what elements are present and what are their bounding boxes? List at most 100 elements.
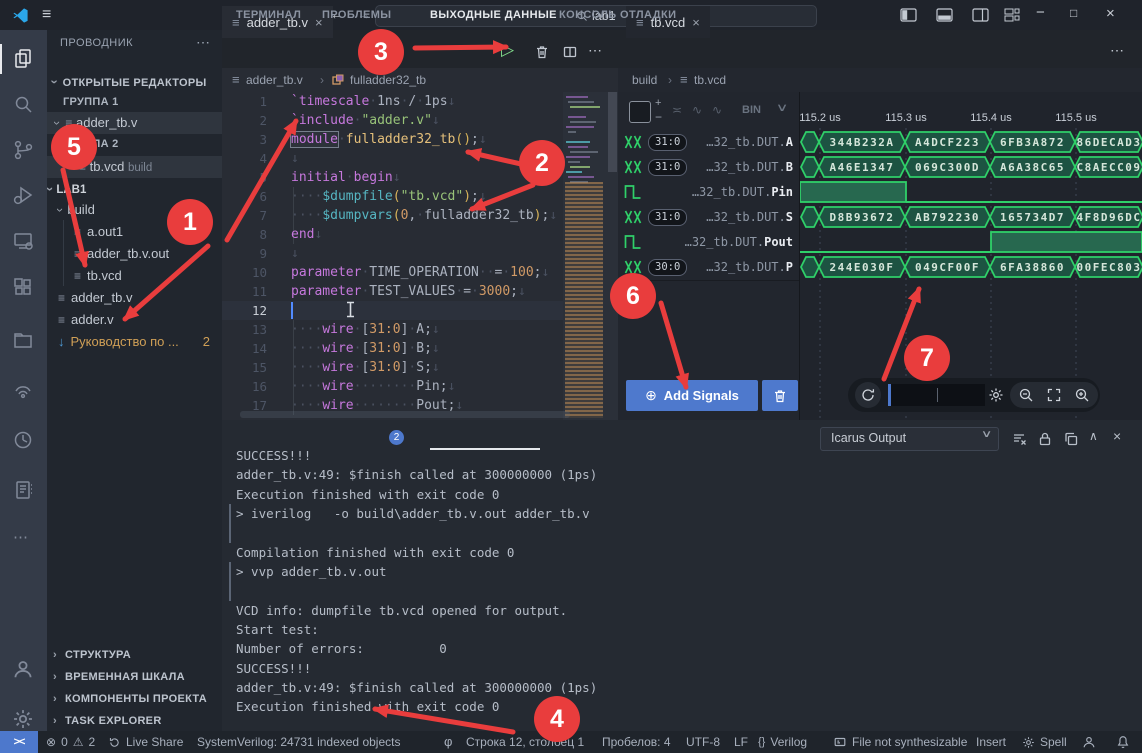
live-share-button[interactable]: Live Share [108, 731, 183, 753]
code-line-8[interactable]: end↓ [291, 225, 322, 244]
activity-run-debug-icon[interactable] [12, 184, 34, 206]
signal-row-Pout[interactable]: …32_tb.DUT.Pout [618, 230, 799, 256]
open-editors-header[interactable]: ›ОТКРЫТЫЕ РЕДАКТОРЫ [47, 72, 222, 92]
activity-more-icon[interactable]: ⋯ [13, 528, 28, 546]
wave-color-box[interactable] [629, 101, 651, 123]
eol-status[interactable]: LF [734, 731, 748, 753]
trash-icon[interactable] [534, 44, 550, 60]
activity-settings-icon[interactable] [12, 708, 34, 730]
panel-tab-problems[interactable]: ПРОБЛЕМЫ [322, 0, 391, 29]
remote-indicator[interactable]: >< [0, 731, 38, 753]
signal-row-S[interactable]: 31:0…32_tb.DUT.S [618, 205, 799, 231]
tree-item--...[interactable]: ↓Руководство по ...2 [47, 331, 222, 353]
wave-settings-gear-icon[interactable] [988, 387, 1004, 403]
tree-item-tb.vcd[interactable]: ≡tb.vcd [47, 265, 222, 287]
panel-tab-terminal[interactable]: ТЕРМИНАЛ [236, 0, 301, 29]
activity-search-icon[interactable] [12, 94, 34, 116]
close-window-icon[interactable]: × [1106, 5, 1115, 22]
radix-chevron-icon[interactable]: ∨ [776, 101, 789, 114]
activity-source-control-icon[interactable] [12, 139, 34, 161]
run-verilog-icon[interactable]: ▷ [501, 40, 514, 60]
add-signals-button[interactable]: ⊕ Add Signals [626, 380, 758, 411]
tree-item-adder.v[interactable]: ≡adder.v [47, 309, 222, 331]
minimap[interactable] [563, 92, 618, 420]
menu-icon[interactable]: ≡ [42, 6, 51, 24]
maximize-panel-icon[interactable]: ∧ [1089, 429, 1098, 443]
problems-status[interactable]: ⊗0 ⚠2 [46, 731, 95, 753]
signal-row-Pin[interactable]: …32_tb.DUT.Pin [618, 180, 799, 206]
editor-scrollbar[interactable] [608, 92, 617, 172]
split-editor-icon[interactable] [562, 44, 578, 60]
panel-tab-output[interactable]: ВЫХОДНЫЕ ДАННЫЕ [430, 0, 557, 29]
code-editor[interactable]: 1`timescale·1ns·/·1ps↓2`include·"adder.v… [222, 92, 563, 420]
code-line-1[interactable]: `timescale·1ns·/·1ps↓ [291, 92, 455, 111]
wave-canvas[interactable]: 344B232AA4DCF2236FB3A87286DECAD3A46E1347… [800, 128, 1142, 420]
vcd-more-actions-icon[interactable]: ⋯ [1110, 42, 1124, 59]
section-structure[interactable]: ›СТРУКТУРА [47, 645, 222, 665]
maximize-icon[interactable]: □ [1070, 6, 1077, 20]
wave-zoom-in-small[interactable]: + [655, 97, 661, 109]
code-line-9[interactable]: ↓ [291, 244, 299, 263]
radix-select[interactable]: BIN [742, 104, 761, 116]
code-line-4[interactable]: ↓ [291, 149, 299, 168]
code-line-6[interactable]: ····$dumpfile("tb.vcd");↓ [291, 187, 487, 206]
zoom-out-icon[interactable] [1018, 387, 1034, 403]
activity-explorer-icon[interactable] [12, 47, 34, 69]
close-tab-icon[interactable]: × [692, 15, 700, 30]
insert-mode-status[interactable]: Insert [976, 731, 1006, 753]
code-line-3[interactable]: module·fulladder32_tb();↓ [291, 130, 487, 149]
encoding-status[interactable]: UTF-8 [686, 731, 720, 753]
output-channel-select[interactable]: Icarus Output ∨ [820, 427, 999, 451]
activity-extensions-icon[interactable] [12, 276, 34, 298]
section-timeline[interactable]: ›ВРЕМЕННАЯ ШКАЛА [47, 667, 222, 687]
tree-item-adder_tb.v[interactable]: ≡adder_tb.v [47, 287, 222, 309]
code-line-7[interactable]: ····$dumpvars(0,·fulladder32_tb);↓ [291, 206, 557, 225]
open-in-editor-icon[interactable] [1063, 431, 1079, 447]
panel-tab-debug-console[interactable]: КОНСОЛЬ ОТЛАДКИ [559, 0, 676, 29]
section-task-explorer[interactable]: ›TASK EXPLORER [47, 711, 222, 731]
clear-output-icon[interactable] [1011, 431, 1027, 447]
vcd-breadcrumb[interactable]: build › ≡ tb.vcd [618, 68, 1142, 92]
sidebar-more-icon[interactable]: ⋯ [196, 34, 210, 51]
signal-row-B[interactable]: 31:0…32_tb.DUT.B [618, 155, 799, 181]
section-project-components[interactable]: ›КОМПОНЕНТЫ ПРОЕКТА [47, 689, 222, 709]
activity-project-folder-icon[interactable] [12, 329, 34, 351]
systemverilog-status[interactable]: SystemVerilog: 24731 indexed objects [197, 731, 400, 753]
workspace-root[interactable]: ›LAB1 [47, 178, 222, 200]
reload-button[interactable] [855, 382, 881, 408]
wave-zoom-out-small[interactable]: − [655, 110, 662, 124]
code-line-13[interactable]: ····wire·[31:0]·A;↓ [291, 320, 440, 339]
code-line-11[interactable]: parameter·TEST_VALUES·=·3000;↓ [291, 282, 526, 301]
zoom-in-icon[interactable] [1074, 387, 1090, 403]
activity-account-icon[interactable] [12, 658, 34, 680]
toggle-panel-icon[interactable] [936, 8, 953, 22]
code-line-15[interactable]: ····wire·[31:0]·S;↓ [291, 358, 440, 377]
breadcrumb[interactable]: ≡ adder_tb.v › fulladder32_tb [222, 68, 618, 92]
code-line-14[interactable]: ····wire·[31:0]·B;↓ [291, 339, 440, 358]
toggle-secondary-sidebar-icon[interactable] [972, 8, 989, 22]
time-cursor-input[interactable] [888, 384, 985, 406]
synthesizable-status[interactable]: File not synthesizable [833, 731, 967, 753]
analog-style-icon-2[interactable]: ∿ [712, 103, 722, 117]
spell-status[interactable]: Spell [1022, 731, 1067, 753]
lock-scroll-icon[interactable] [1037, 431, 1053, 447]
horizontal-scrollbar[interactable] [240, 411, 570, 418]
close-panel-icon[interactable]: × [1113, 428, 1121, 444]
code-line-16[interactable]: ····wire········Pin;↓ [291, 377, 455, 396]
serial-port-icon[interactable]: φ [444, 731, 452, 753]
language-mode[interactable]: {} Verilog [758, 731, 807, 753]
code-line-5[interactable]: initial·begin↓ [291, 168, 401, 187]
indentation-status[interactable]: Пробелов: 4 [602, 731, 671, 753]
editor-more-actions-icon[interactable]: ⋯ [588, 42, 602, 59]
minimize-icon[interactable]: − [1036, 4, 1045, 21]
activity-remote-explorer-icon[interactable] [12, 230, 34, 252]
notifications-bell-icon[interactable] [1116, 735, 1130, 749]
toggle-sidebar-icon[interactable] [900, 8, 917, 22]
zoom-fit-icon[interactable] [1046, 387, 1062, 403]
output-content[interactable]: SUCCESS!!!adder_tb.v:49: $finish called … [222, 446, 1142, 731]
analog-style-icon[interactable]: ∿ [692, 103, 702, 117]
feedback-person-icon[interactable] [1082, 735, 1096, 749]
bus-style-icon[interactable]: ≍ [672, 103, 682, 117]
customize-layout-icon[interactable] [1004, 8, 1020, 22]
tree-item-adder_tb.v.out[interactable]: ≡adder_tb.v.out [47, 243, 222, 265]
